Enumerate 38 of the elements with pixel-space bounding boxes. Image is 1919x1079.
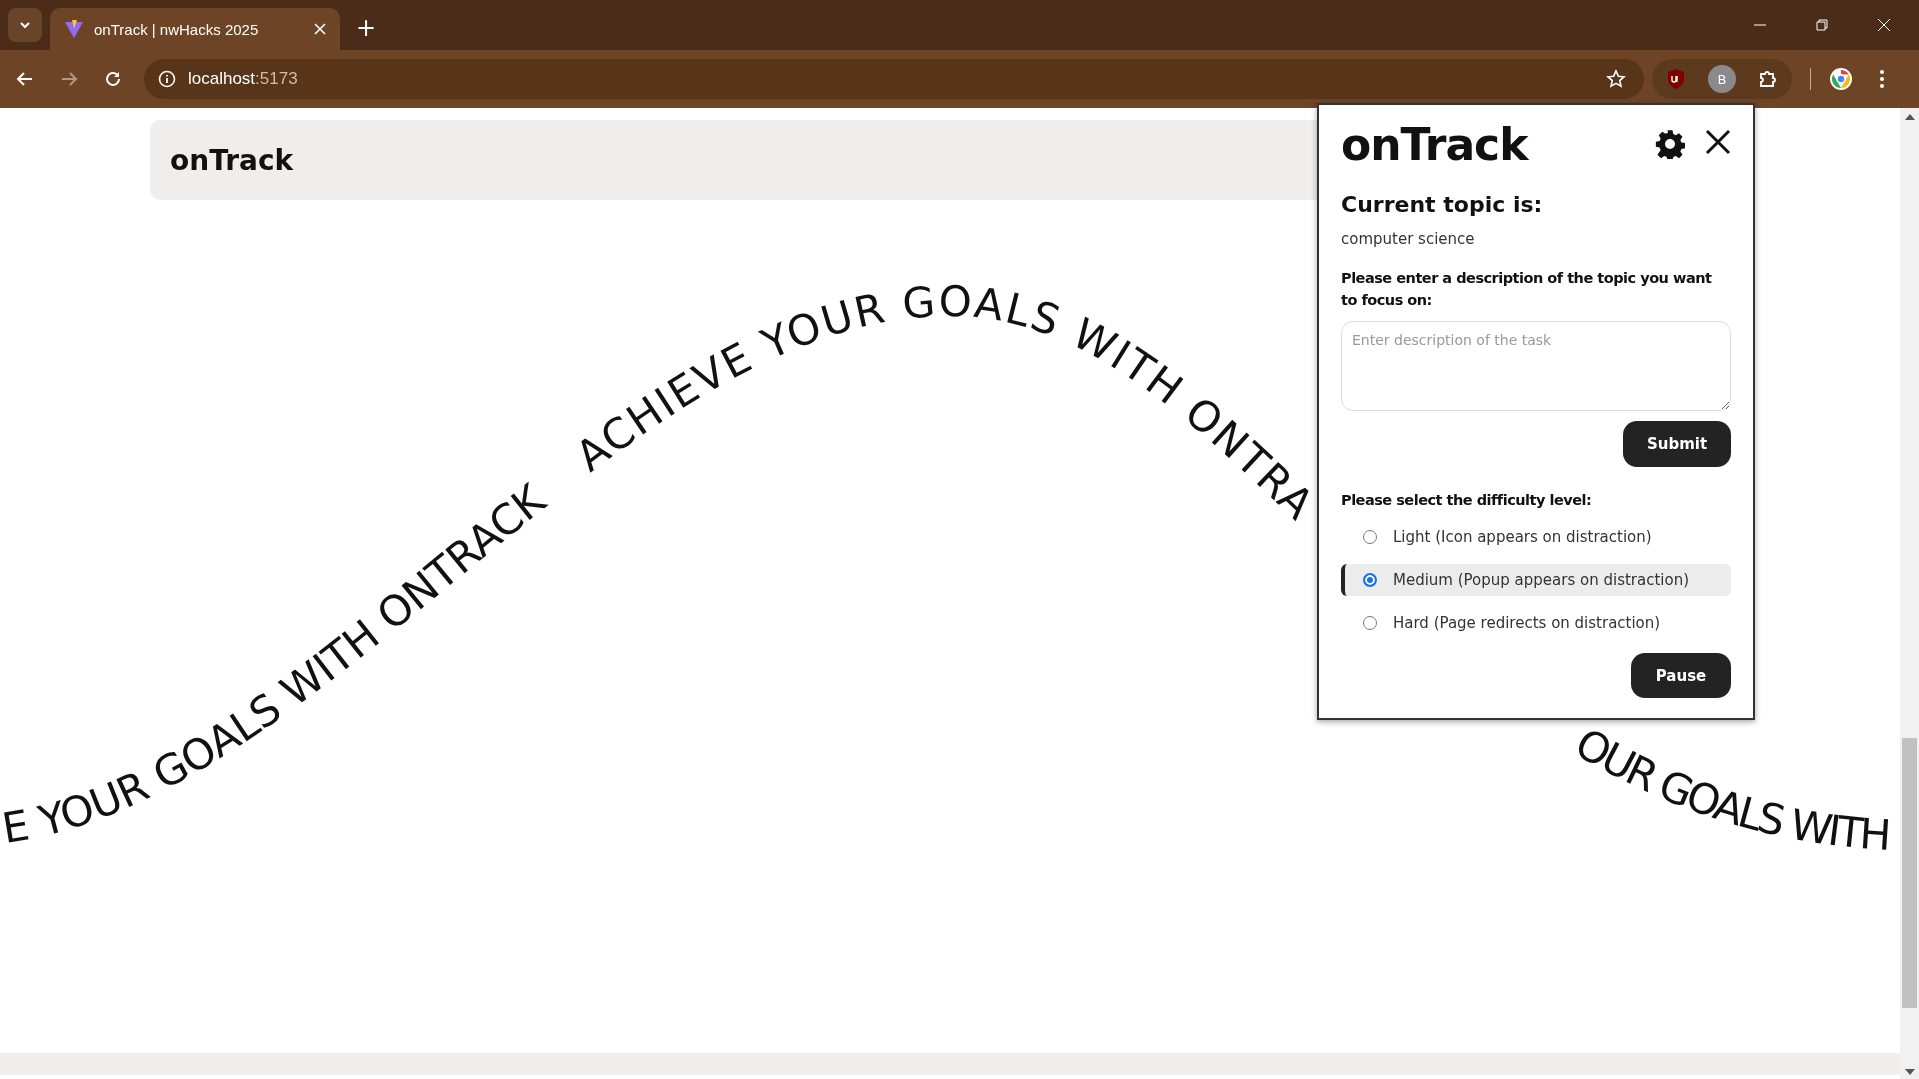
close-icon[interactable]: [1705, 129, 1731, 155]
triangle-logo-icon: [64, 19, 84, 39]
popup-title: onTrack: [1341, 119, 1528, 170]
scroll-thumb[interactable]: [1902, 738, 1917, 1008]
shield-icon[interactable]: [1666, 68, 1686, 90]
gear-icon[interactable]: [1655, 129, 1685, 159]
radio-button[interactable]: [1363, 530, 1377, 544]
site-title: onTrack: [170, 143, 294, 177]
radio-option[interactable]: Medium (Popup appears on distraction): [1341, 564, 1731, 596]
scrollbar[interactable]: [1900, 108, 1919, 1079]
description-field[interactable]: Enter description of the task: [1341, 321, 1731, 411]
field-label: Please enter a description of the topic you want to focus on:: [1341, 269, 1713, 310]
address-bar[interactable]: localhost:5173: [144, 59, 1644, 99]
radio-button[interactable]: [1363, 616, 1377, 630]
section-heading: Current topic is:: [1341, 192, 1544, 217]
new-tab-button[interactable]: +: [348, 14, 385, 42]
restore-icon[interactable]: [1815, 18, 1829, 32]
back-icon[interactable]: [16, 70, 34, 88]
profile-icon[interactable]: [1829, 67, 1853, 91]
radio-option[interactable]: Light (Icon appears on distraction): [1341, 521, 1731, 553]
browser-tab[interactable]: onTrack | nwHacks 2025: [50, 8, 340, 50]
forward-icon[interactable]: [60, 70, 78, 88]
submit-button[interactable]: Submit: [1623, 421, 1731, 467]
tab-title: onTrack | nwHacks 2025: [94, 20, 260, 38]
url-text: localhost:5173: [188, 69, 298, 89]
scroll-up-icon[interactable]: [1904, 114, 1915, 120]
tab-list-button[interactable]: [8, 8, 42, 42]
scroll-down-icon[interactable]: [1904, 1069, 1915, 1075]
puzzle-icon[interactable]: [1758, 69, 1778, 89]
reload-icon[interactable]: [104, 70, 122, 88]
topic-text: computer science: [1341, 230, 1476, 248]
star-icon[interactable]: [1606, 69, 1626, 89]
pause-button[interactable]: Pause: [1631, 653, 1731, 698]
field-label: Please select the difficulty level:: [1341, 491, 1593, 510]
radio-button[interactable]: [1363, 573, 1377, 587]
menu-icon[interactable]: [1879, 69, 1885, 89]
info-icon[interactable]: [158, 70, 176, 88]
radio-option[interactable]: Hard (Page redirects on distraction): [1341, 607, 1731, 639]
